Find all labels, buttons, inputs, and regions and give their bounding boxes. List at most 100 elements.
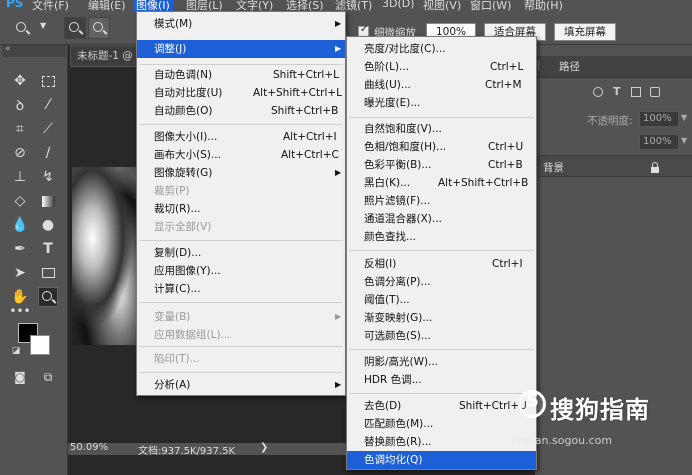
brush-tool-icon[interactable]: ∕ — [38, 143, 58, 163]
menu-help[interactable]: 帮助(H) — [524, 0, 563, 11]
zoom-out-button[interactable] — [88, 17, 110, 39]
magic-wand-tool-icon[interactable]: ⁄ — [38, 95, 58, 115]
menu-window[interactable]: 窗口(W) — [470, 0, 511, 11]
menu-item-desaturate[interactable]: 去色(D) Shift+Ctrl+U — [347, 397, 536, 415]
document-tab[interactable]: 未标题-1 @ — [70, 45, 138, 67]
adjustment-filter-icon[interactable] — [593, 87, 603, 97]
menu-3d[interactable]: 3D(D) — [382, 0, 415, 10]
fill-screen-button[interactable]: 填充屏幕 — [554, 23, 616, 41]
tab-paths[interactable]: 路径 — [559, 59, 580, 74]
menu-file[interactable]: 文件(F) — [32, 0, 69, 11]
move-tool-icon[interactable]: ✥ — [10, 71, 30, 91]
menu-item-invert[interactable]: 反相(I) Ctrl+I — [347, 255, 536, 273]
menu-item-shadows-highlights[interactable]: 阴影/高光(W)... — [347, 353, 536, 371]
menu-item-auto-color[interactable]: 自动颜色(O) Shift+Ctrl+B — [137, 102, 345, 120]
menu-edit[interactable]: 编辑(E) — [88, 0, 126, 11]
dodge-tool-icon[interactable]: ● — [38, 215, 58, 235]
menu-item-adjustments[interactable]: 调整(J) ▶ — [137, 40, 345, 58]
marquee-tool-icon[interactable] — [38, 71, 58, 91]
menu-item-analysis[interactable]: 分析(A) ▶ — [137, 376, 345, 394]
chevron-down-icon[interactable]: ▼ — [681, 113, 687, 122]
menu-item-hue-saturation[interactable]: 色相/饱和度(H)... Ctrl+U — [347, 138, 536, 156]
menu-item-photo-filter[interactable]: 照片滤镜(F)... — [347, 192, 536, 210]
background-color-swatch[interactable] — [30, 335, 50, 355]
layer-row-background[interactable]: 背景 — [535, 155, 692, 177]
canvas-image[interactable] — [72, 167, 140, 345]
zoom-in-button[interactable] — [64, 17, 86, 39]
menu-filter[interactable]: 滤镜(T) — [335, 0, 372, 11]
menu-item-channel-mixer[interactable]: 通道混合器(X)... — [347, 210, 536, 228]
zoom-level-readout[interactable]: 50.09% — [70, 442, 108, 453]
smart-object-filter-icon[interactable] — [650, 87, 660, 97]
layer-name: 背景 — [543, 162, 564, 174]
menu-item-trim[interactable]: 裁切(R)... — [137, 200, 345, 218]
crop-tool-icon[interactable]: ⌗ — [10, 119, 30, 139]
path-selection-tool-icon[interactable]: ➤ — [10, 263, 30, 283]
eyedropper-tool-icon[interactable]: ⟋ — [38, 119, 58, 139]
menu-item-image-rotation[interactable]: 图像旋转(G) ▶ — [137, 164, 345, 182]
clone-stamp-tool-icon[interactable]: ⊥ — [10, 167, 30, 187]
lock-icon[interactable] — [651, 162, 659, 173]
shape-filter-icon[interactable] — [631, 87, 641, 97]
pen-tool-icon[interactable]: ✒ — [10, 239, 30, 259]
menu-item-color-balance[interactable]: 色彩平衡(B)... Ctrl+B — [347, 156, 536, 174]
menu-item-gradient-map[interactable]: 渐变映射(G)... — [347, 309, 536, 327]
menu-view[interactable]: 视图(V) — [423, 0, 461, 11]
history-brush-tool-icon[interactable]: ↯ — [38, 167, 58, 187]
fill-field[interactable]: 100% — [639, 134, 679, 150]
chevron-right-icon[interactable]: ❯ — [260, 442, 268, 453]
chevron-down-icon: ▼ — [40, 21, 47, 30]
menu-item-match-color[interactable]: 匹配颜色(M)... — [347, 415, 536, 433]
eraser-tool-icon[interactable]: ◇ — [10, 191, 30, 211]
gradient-tool-icon[interactable] — [38, 191, 58, 211]
menu-item-selective-color[interactable]: 可选颜色(S)... — [347, 327, 536, 345]
menu-image[interactable]: 图像(I) — [133, 0, 173, 11]
submenu-arrow-icon: ▶ — [335, 44, 342, 53]
submenu-arrow-icon: ▶ — [335, 312, 342, 321]
menu-item-canvas-size[interactable]: 画布大小(S)... Alt+Ctrl+C — [137, 146, 345, 164]
menu-item-exposure[interactable]: 曝光度(E)... — [347, 94, 536, 112]
menu-item-duplicate[interactable]: 复制(D)... — [137, 244, 345, 262]
menu-item-levels[interactable]: 色阶(L)... Ctrl+L — [347, 58, 536, 76]
menu-item-brightness-contrast[interactable]: 亮度/对比度(C)... — [347, 40, 536, 58]
type-filter-icon[interactable]: T — [613, 85, 621, 98]
default-colors-icon[interactable]: ◪ — [6, 341, 26, 361]
screen-mode-icon[interactable]: ⧉ — [38, 367, 58, 387]
toolbox-collapse-bar[interactable]: « — [2, 44, 66, 57]
adjustments-submenu: 亮度/对比度(C)... 色阶(L)... Ctrl+L 曲线(U)... Ctrl… — [346, 36, 537, 470]
menu-item-mode[interactable]: 模式(M) ▶ — [137, 15, 345, 33]
menu-separator — [139, 302, 343, 303]
menu-item-equalize[interactable]: 色调均化(Q) — [347, 451, 536, 469]
opacity-label: 不透明度: — [587, 115, 633, 127]
menu-item-posterize[interactable]: 色调分离(P)... — [347, 273, 536, 291]
menu-item-color-lookup[interactable]: 颜色查找... — [347, 228, 536, 246]
menu-item-calculations[interactable]: 计算(C)... — [137, 280, 345, 298]
menu-layer[interactable]: 图层(L) — [186, 0, 223, 11]
zoom-tool-icon — [16, 22, 26, 32]
menu-item-hdr-toning[interactable]: HDR 色调... — [347, 371, 536, 389]
menu-item-threshold[interactable]: 阈值(T)... — [347, 291, 536, 309]
menu-type[interactable]: 文字(Y) — [236, 0, 273, 11]
menu-item-apply-image[interactable]: 应用图像(Y)... — [137, 262, 345, 280]
menu-item-replace-color[interactable]: 替换颜色(R)... — [347, 433, 536, 451]
tool-preset-picker[interactable]: ▼ — [4, 17, 54, 39]
healing-brush-tool-icon[interactable]: ⊘ — [10, 143, 30, 163]
tab-divider: | — [537, 59, 541, 71]
blur-tool-icon[interactable]: 💧 — [10, 215, 30, 235]
menu-item-image-size[interactable]: 图像大小(I)... Alt+Ctrl+I — [137, 128, 345, 146]
menu-select[interactable]: 选择(S) — [286, 0, 324, 11]
menu-item-auto-contrast[interactable]: 自动对比度(U) Alt+Shift+Ctrl+L — [137, 84, 345, 102]
zoom-tool-icon[interactable] — [38, 287, 58, 307]
chevron-down-icon[interactable]: ▼ — [681, 136, 687, 145]
menu-item-curves[interactable]: 曲线(U)... Ctrl+M — [347, 76, 536, 94]
menu-item-black-white[interactable]: 黑白(K)... Alt+Shift+Ctrl+B — [347, 174, 536, 192]
rectangle-tool-icon[interactable] — [38, 263, 58, 283]
opacity-field[interactable]: 100% — [639, 111, 679, 127]
quick-mask-icon[interactable]: ◙ — [10, 367, 30, 387]
double-chevron-icon: « — [5, 44, 11, 54]
menu-item-vibrance[interactable]: 自然饱和度(V)... — [347, 120, 536, 138]
menu-item-auto-tone[interactable]: 自动色调(N) Shift+Ctrl+L — [137, 66, 345, 84]
lasso-tool-icon[interactable]: ꝺ — [10, 95, 30, 115]
more-tools-icon[interactable]: ••• — [9, 301, 30, 321]
type-tool-icon[interactable]: T — [38, 239, 58, 259]
